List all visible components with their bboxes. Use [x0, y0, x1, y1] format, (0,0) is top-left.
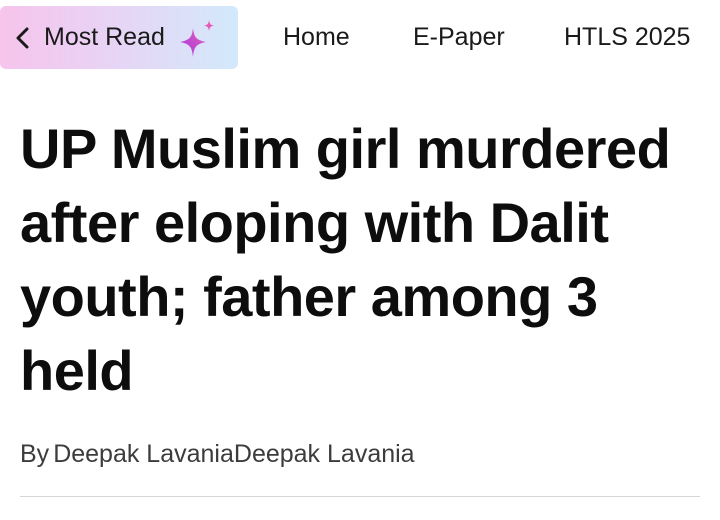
chevron-left-icon [16, 27, 29, 48]
author-link[interactable]: Deepak Lavania [53, 440, 234, 468]
author-name-repeat: Deepak Lavania [233, 440, 415, 468]
most-read-button[interactable]: Most Read [0, 6, 238, 69]
nav-link-epaper[interactable]: E-Paper [413, 6, 505, 69]
article-headline: UP Muslim girl murdered after eloping wi… [20, 117, 671, 402]
top-navigation: Most Read Home E-Paper HTLS 2025 [0, 6, 720, 70]
article-page: Most Read Home E-Paper HTLS 2025 UP Musl… [0, 0, 720, 520]
byline: By Deepak LavaniaDeepak Lavania [20, 440, 415, 469]
sparkle-icon [180, 20, 214, 57]
byline-prefix: By [20, 440, 50, 468]
most-read-label: Most Read [44, 23, 165, 51]
nav-link-home[interactable]: Home [283, 6, 350, 69]
nav-link-htls-2025[interactable]: HTLS 2025 [564, 6, 690, 69]
divider [20, 496, 700, 497]
